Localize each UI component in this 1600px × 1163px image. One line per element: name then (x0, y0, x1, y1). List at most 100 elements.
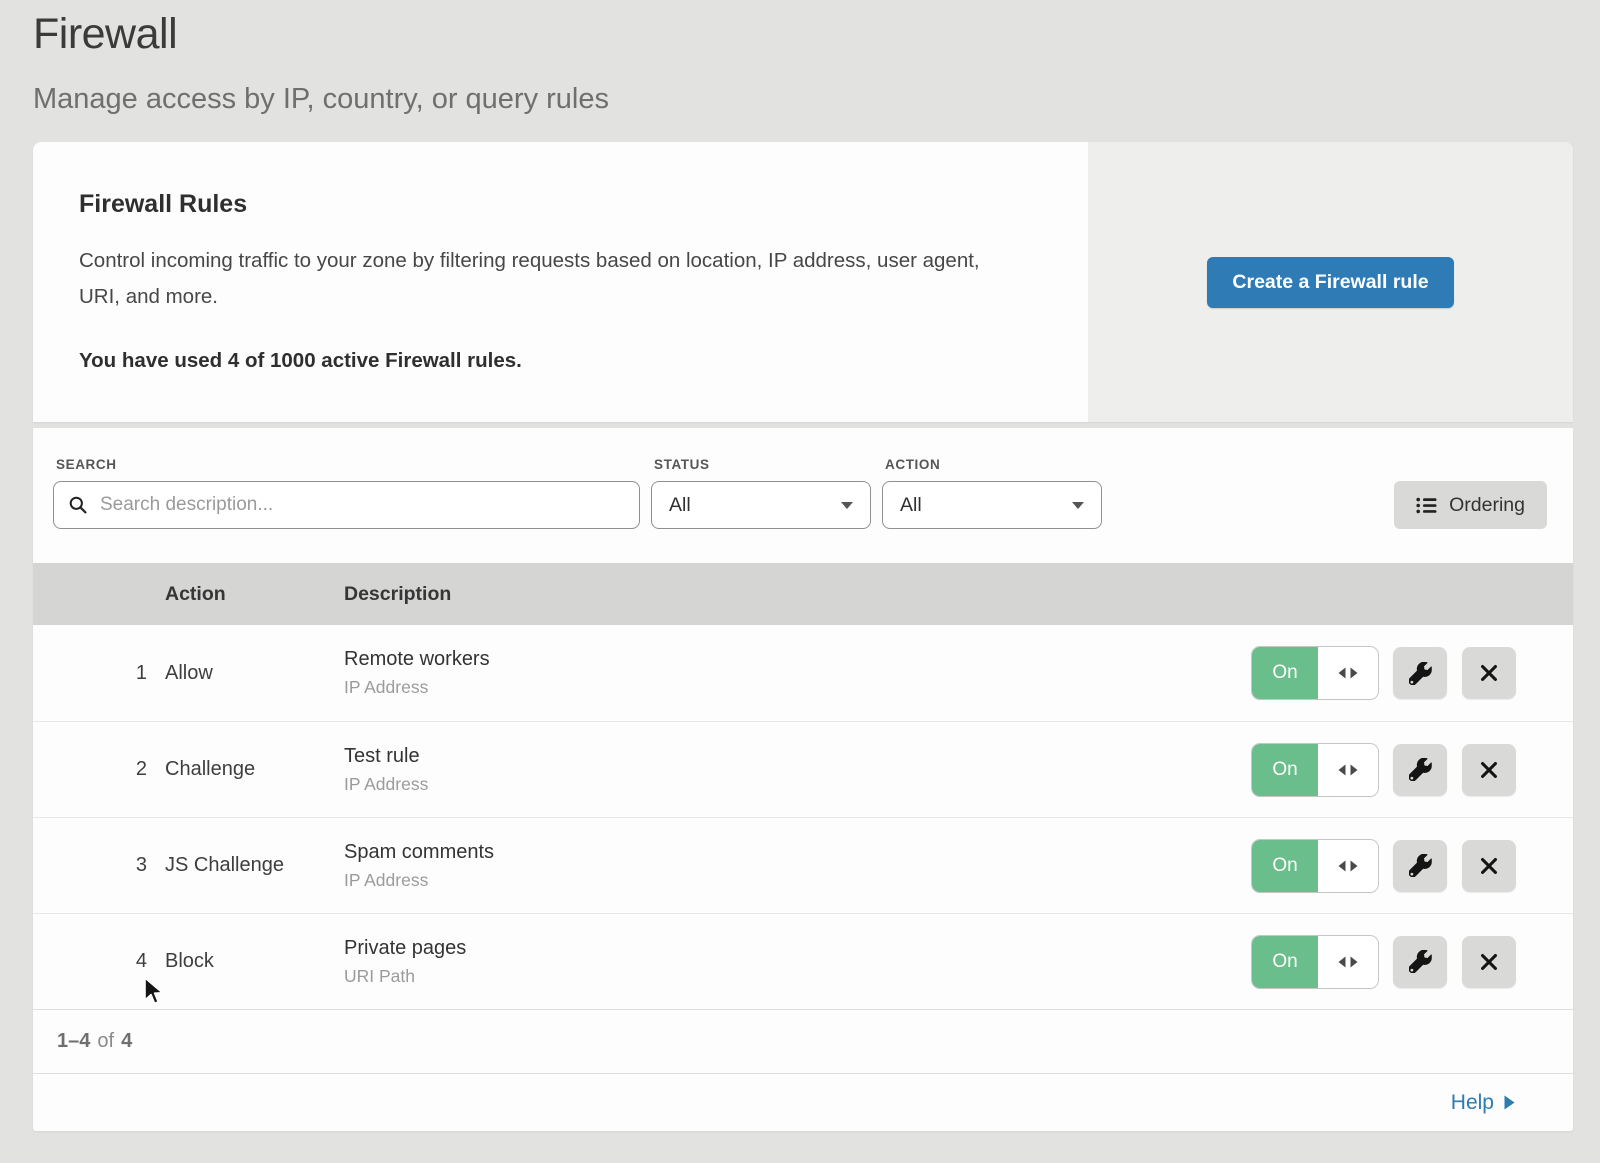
rule-toggle: On (1252, 744, 1378, 796)
close-icon (1478, 951, 1500, 973)
left-right-arrows-icon (1337, 955, 1359, 969)
action-filter-group: ACTION All (882, 457, 1102, 529)
rule-field: IP Address (344, 677, 1243, 698)
page-title: Firewall (33, 10, 1600, 59)
rule-toggle: On (1252, 840, 1378, 892)
rule-action-label: Block (165, 950, 344, 973)
ordering-button-label: Ordering (1449, 494, 1525, 517)
toggle-collapse-button[interactable] (1318, 744, 1378, 796)
wrench-icon (1409, 758, 1432, 781)
status-filter-group: STATUS All (651, 457, 871, 529)
rule-controls: On (1252, 647, 1516, 699)
table-row: 1 Allow Remote workers IP Address On (33, 625, 1573, 721)
rules-list-card: SEARCH STATUS All ACTION (33, 428, 1573, 1131)
create-rule-panel: Create a Firewall rule (1088, 142, 1573, 422)
delete-rule-button[interactable] (1462, 840, 1516, 892)
firewall-rules-intro: Firewall Rules Control incoming traffic … (33, 142, 1088, 422)
status-label: STATUS (654, 457, 871, 472)
action-select[interactable]: All (882, 481, 1102, 529)
firewall-rules-heading: Firewall Rules (79, 190, 1028, 219)
edit-rule-button[interactable] (1393, 840, 1447, 892)
table-header-description: Description (344, 583, 1243, 606)
left-right-arrows-icon (1337, 763, 1359, 777)
table-row: 4 Block Private pages URI Path On (33, 913, 1573, 1009)
delete-rule-button[interactable] (1462, 647, 1516, 699)
delete-rule-button[interactable] (1462, 936, 1516, 988)
status-select[interactable]: All (651, 481, 871, 529)
edit-rule-button[interactable] (1393, 744, 1447, 796)
ordering-button[interactable]: Ordering (1394, 481, 1547, 529)
toggle-on-button[interactable]: On (1252, 744, 1318, 796)
firewall-rules-card: Firewall Rules Control incoming traffic … (33, 142, 1573, 422)
delete-rule-button[interactable] (1462, 744, 1516, 796)
rule-description-cell: Test rule IP Address (344, 745, 1243, 795)
rule-description-cell: Remote workers IP Address (344, 648, 1243, 698)
rule-description: Remote workers (344, 648, 1243, 671)
pagination-total: 4 (121, 1030, 132, 1053)
help-arrow-icon (1504, 1095, 1515, 1110)
rule-number: 3 (33, 854, 165, 877)
edit-rule-button[interactable] (1393, 936, 1447, 988)
rule-controls: On (1252, 936, 1516, 988)
rule-action-label: Challenge (165, 758, 344, 781)
close-icon (1478, 662, 1500, 684)
rule-description-cell: Private pages URI Path (344, 937, 1243, 987)
left-right-arrows-icon (1337, 859, 1359, 873)
filter-bar: SEARCH STATUS All ACTION (33, 428, 1573, 563)
pagination-range: 1–4 (57, 1030, 90, 1053)
close-icon (1478, 759, 1500, 781)
search-input-wrap (53, 481, 640, 529)
search-icon (68, 495, 88, 515)
table-header-action: Action (165, 583, 344, 606)
chevron-down-icon (840, 500, 854, 510)
rule-description: Spam comments (344, 841, 1243, 864)
content: Firewall Rules Control incoming traffic … (33, 142, 1573, 1131)
wrench-icon (1409, 854, 1432, 877)
search-label: SEARCH (56, 457, 640, 472)
status-select-value: All (669, 494, 691, 517)
toggle-on-button[interactable]: On (1252, 840, 1318, 892)
rule-controls: On (1252, 840, 1516, 892)
edit-rule-button[interactable] (1393, 647, 1447, 699)
rule-description: Private pages (344, 937, 1243, 960)
firewall-rules-description: Control incoming traffic to your zone by… (79, 243, 1024, 315)
chevron-down-icon (1071, 500, 1085, 510)
action-select-value: All (900, 494, 922, 517)
ordering-list-icon (1416, 497, 1437, 514)
rule-field: URI Path (344, 966, 1243, 987)
rule-toggle: On (1252, 647, 1378, 699)
rule-number: 2 (33, 758, 165, 781)
table-row: 3 JS Challenge Spam comments IP Address … (33, 817, 1573, 913)
rule-number: 1 (33, 662, 165, 685)
rule-controls: On (1252, 744, 1516, 796)
help-footer: Help (33, 1073, 1573, 1131)
wrench-icon (1409, 662, 1432, 685)
page-subtitle: Manage access by IP, country, or query r… (33, 83, 1600, 116)
toggle-collapse-button[interactable] (1318, 936, 1378, 988)
rule-action-label: JS Challenge (165, 854, 344, 877)
rule-number: 4 (33, 950, 165, 973)
left-right-arrows-icon (1337, 666, 1359, 680)
close-icon (1478, 855, 1500, 877)
help-link[interactable]: Help (1451, 1091, 1515, 1115)
toggle-collapse-button[interactable] (1318, 840, 1378, 892)
toggle-on-button[interactable]: On (1252, 647, 1318, 699)
toggle-collapse-button[interactable] (1318, 647, 1378, 699)
rule-description-cell: Spam comments IP Address (344, 841, 1243, 891)
rule-field: IP Address (344, 774, 1243, 795)
firewall-rules-usage: You have used 4 of 1000 active Firewall … (79, 349, 1028, 373)
table-row: 2 Challenge Test rule IP Address On (33, 721, 1573, 817)
rule-toggle: On (1252, 936, 1378, 988)
wrench-icon (1409, 950, 1432, 973)
pagination: 1–4 of 4 (33, 1009, 1573, 1073)
create-firewall-rule-button[interactable]: Create a Firewall rule (1207, 257, 1453, 308)
rule-field: IP Address (344, 870, 1243, 891)
action-label: ACTION (885, 457, 1102, 472)
pagination-of: of (97, 1030, 114, 1053)
search-filter-group: SEARCH (53, 457, 640, 529)
toggle-on-button[interactable]: On (1252, 936, 1318, 988)
rule-description: Test rule (344, 745, 1243, 768)
page-header: Firewall Manage access by IP, country, o… (0, 0, 1600, 116)
search-input[interactable] (98, 493, 639, 517)
table-header: Action Description (33, 563, 1573, 625)
